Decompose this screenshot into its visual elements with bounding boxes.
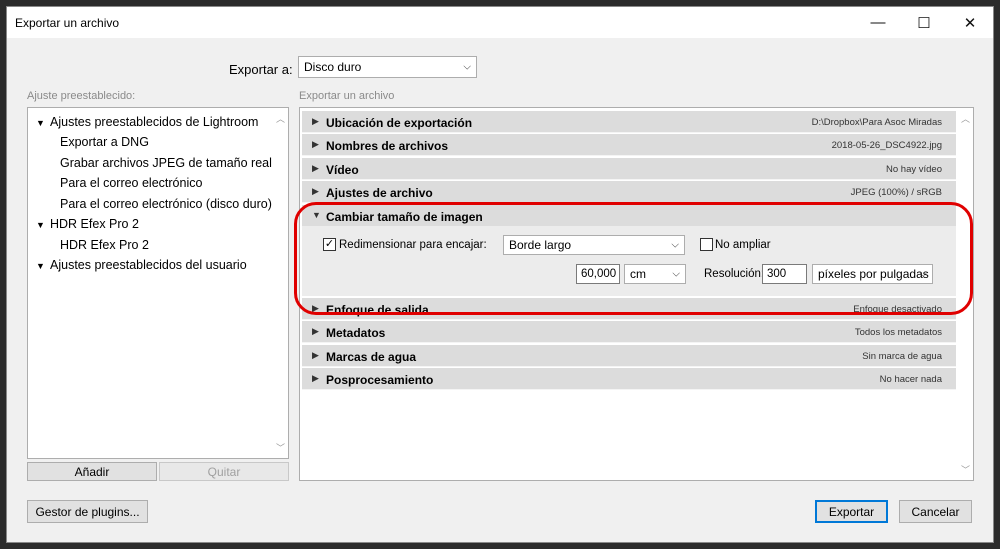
tree-item-jpeg[interactable]: Grabar archivos JPEG de tamaño real	[60, 156, 272, 170]
expanded-triangle-icon: ▼	[36, 220, 45, 230]
no-enlarge-label: No ampliar	[715, 239, 771, 251]
scroll-up-icon[interactable]: ︿	[961, 112, 970, 125]
cancel-button[interactable]: Cancelar	[899, 500, 972, 523]
resolution-input[interactable]: 300	[762, 264, 807, 284]
section-output-sharpening[interactable]: ▶ Enfoque de salida Enfoque desactivado	[302, 298, 956, 320]
section-watermark[interactable]: ▶ Marcas de agua Sin marca de agua	[302, 345, 956, 367]
plugin-manager-button[interactable]: Gestor de plugins...	[27, 500, 148, 523]
remove-preset-button[interactable]: Quitar	[159, 462, 289, 481]
maximize-button[interactable]: ☐	[901, 7, 947, 38]
title-bar: Exportar un archivo — ☐ ✕	[7, 7, 993, 38]
collapsed-triangle-icon: ▶	[312, 116, 319, 126]
preset-section-label: Ajuste preestablecido:	[27, 90, 136, 102]
chevron-down-icon: ⌵	[919, 268, 927, 280]
scroll-up-icon[interactable]: ︿	[276, 112, 285, 125]
no-enlarge-checkbox[interactable]	[700, 238, 713, 251]
tree-folder-user[interactable]: ▼ Ajustes preestablecidos del usuario	[36, 258, 247, 272]
scroll-down-icon[interactable]: ﹀	[961, 463, 970, 476]
tree-folder-lightroom[interactable]: ▼ Ajustes preestablecidos de Lightroom	[36, 115, 258, 129]
export-button[interactable]: Exportar	[815, 500, 888, 523]
resolution-label: Resolución:	[704, 268, 765, 280]
expanded-triangle-icon: ▼	[36, 118, 45, 128]
resolution-unit-select[interactable]: píxeles por pulgadas ⌵	[812, 264, 933, 284]
section-export-location[interactable]: ▶ Ubicación de exportación D:\Dropbox\Pa…	[302, 111, 956, 133]
export-settings-panel: ▶ Ubicación de exportación D:\Dropbox\Pa…	[299, 107, 974, 481]
collapsed-triangle-icon: ▶	[312, 163, 319, 173]
scroll-down-icon[interactable]: ﹀	[276, 441, 285, 454]
section-image-sizing[interactable]: ▼ Cambiar tamaño de imagen	[302, 205, 956, 227]
preset-scrollbar[interactable]: ︿ ﹀	[274, 108, 288, 458]
section-file-naming[interactable]: ▶ Nombres de archivos 2018-05-26_DSC4922…	[302, 134, 956, 156]
size-input[interactable]: 60,000	[576, 264, 620, 284]
section-file-settings[interactable]: ▶ Ajustes de archivo JPEG (100%) / sRGB	[302, 181, 956, 203]
minimize-button[interactable]: —	[855, 7, 901, 38]
chevron-down-icon: ⌵	[672, 268, 680, 280]
tree-item-email[interactable]: Para el correo electrónico	[60, 176, 202, 190]
collapsed-triangle-icon: ▶	[312, 350, 319, 360]
resize-to-fit-label: Redimensionar para encajar:	[339, 239, 487, 251]
section-post-processing[interactable]: ▶ Posprocesamiento No hacer nada	[302, 368, 956, 390]
chevron-down-icon: ⌵	[671, 239, 679, 251]
expanded-triangle-icon: ▼	[36, 261, 45, 271]
preset-list[interactable]: ▼ Ajustes preestablecidos de Lightroom Ex…	[27, 107, 289, 459]
resize-mode-select[interactable]: Borde largo ⌵	[503, 235, 685, 255]
tree-item-dng[interactable]: Exportar a DNG	[60, 135, 149, 149]
section-video[interactable]: ▶ Vídeo No hay vídeo	[302, 158, 956, 180]
collapsed-triangle-icon: ▶	[312, 186, 319, 196]
export-to-label: Exportar a:	[229, 62, 293, 77]
collapsed-triangle-icon: ▶	[312, 139, 319, 149]
tree-item-email-disk[interactable]: Para el correo electrónico (disco duro)	[60, 197, 272, 211]
collapsed-triangle-icon: ▶	[312, 326, 319, 336]
export-section-label: Exportar un archivo	[299, 90, 395, 102]
export-to-value: Disco duro	[304, 60, 362, 74]
collapsed-triangle-icon: ▶	[312, 373, 319, 383]
image-sizing-body: ✓ Redimensionar para encajar: Borde larg…	[302, 226, 956, 296]
export-dialog: Exportar un archivo — ☐ ✕ Exportar a: Di…	[6, 6, 994, 543]
expanded-triangle-icon: ▼	[312, 210, 321, 220]
close-button[interactable]: ✕	[947, 7, 993, 38]
collapsed-triangle-icon: ▶	[312, 303, 319, 313]
chevron-down-icon: ⌵	[463, 61, 471, 73]
settings-scrollbar[interactable]: ︿ ﹀	[959, 108, 973, 480]
tree-folder-hdr[interactable]: ▼ HDR Efex Pro 2	[36, 217, 139, 231]
tree-item-hdr[interactable]: HDR Efex Pro 2	[60, 238, 149, 252]
unit-select[interactable]: cm ⌵	[624, 264, 686, 284]
window-title: Exportar un archivo	[15, 16, 120, 30]
add-preset-button[interactable]: Añadir	[27, 462, 157, 481]
resize-to-fit-checkbox[interactable]: ✓	[323, 238, 336, 251]
export-to-select[interactable]: Disco duro ⌵	[298, 56, 477, 78]
section-metadata[interactable]: ▶ Metadatos Todos los metadatos	[302, 321, 956, 343]
